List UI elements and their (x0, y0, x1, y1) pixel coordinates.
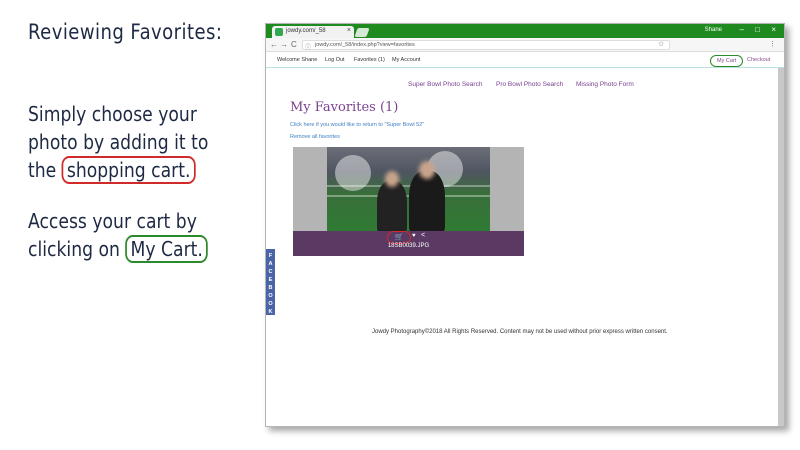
new-tab-button[interactable] (354, 28, 370, 37)
minimize-icon[interactable]: – (740, 25, 744, 34)
browser-tab[interactable]: jowdy.com/_58 × (272, 26, 354, 38)
photo-filename: 18SB0039.JPG (387, 243, 430, 249)
browser-menu-icon[interactable]: ⋮ (769, 40, 776, 48)
address-bar: ← → C ⓘ jowdy.com/_58/index.php?view=fav… (266, 38, 784, 52)
my-cart-highlight: My Cart. (125, 235, 209, 263)
instruction-line: the shopping cart. (28, 156, 208, 184)
remove-all-favorites-link[interactable]: Remove all favorites (290, 134, 340, 140)
shopping-cart-highlight: shopping cart. (61, 156, 196, 184)
url-input[interactable]: ⓘ jowdy.com/_58/index.php?view=favorites (302, 40, 670, 51)
share-icon[interactable]: < (421, 232, 425, 239)
bookmark-star-icon[interactable]: ☆ (658, 40, 664, 48)
instruction-choose-photo: Simply choose your photo by adding it to… (28, 100, 208, 184)
welcome-text: Welcome Shane (277, 57, 318, 63)
instruction-access-cart: Access your cart by clicking on My Cart. (28, 207, 209, 263)
maximize-icon[interactable]: □ (755, 25, 760, 34)
page-title: My Favorites (1) (290, 100, 399, 115)
favorites-link[interactable]: Favorites (1) (354, 57, 385, 63)
logout-link[interactable]: Log Out (325, 57, 345, 63)
return-link[interactable]: Click here if you would like to return t… (290, 122, 424, 128)
instruction-line: Access your cart by (28, 209, 197, 233)
url-text: jowdy.com/_58/index.php?view=favorites (315, 42, 415, 48)
person-figure (377, 181, 407, 231)
footer-copyright: Jowdy Photography©2018 All Rights Reserv… (372, 329, 668, 335)
facebook-tab[interactable]: FACEBOOK (266, 249, 275, 315)
person-figure (409, 171, 445, 231)
instruction-text: the (28, 158, 57, 182)
site-nav: Welcome Shane Log Out Favorites (1) My A… (266, 52, 784, 68)
photo-action-bar: 🛒 ♥ < 18SB0039.JPG (293, 231, 524, 256)
blurred-face (419, 161, 435, 179)
info-icon[interactable]: ⓘ (305, 42, 311, 51)
blurred-face (385, 171, 399, 187)
missing-photo-form-link[interactable]: Missing Photo Form (576, 81, 634, 88)
my-account-link[interactable]: My Account (392, 57, 420, 63)
facebook-tab-label: FACEBOOK (268, 253, 273, 315)
instruction-text: clicking on (28, 237, 120, 261)
site-favicon-icon (275, 28, 283, 36)
pro-bowl-search-link[interactable]: Pro Bowl Photo Search (496, 81, 563, 88)
heart-icon[interactable]: ♥ (412, 233, 416, 239)
photo-thumbnail[interactable] (327, 147, 490, 231)
favorite-photo-card: 🛒 ♥ < 18SB0039.JPG (293, 147, 524, 256)
browser-user-name[interactable]: Shane (705, 27, 722, 33)
checkout-link[interactable]: Checkout (747, 57, 770, 63)
page-content: Super Bowl Photo Search Pro Bowl Photo S… (266, 68, 784, 426)
super-bowl-search-link[interactable]: Super Bowl Photo Search (408, 81, 482, 88)
instruction-line: clicking on My Cart. (28, 235, 209, 263)
instruction-line: Simply choose your (28, 102, 197, 126)
browser-titlebar: jowdy.com/_58 × Shane – □ × (266, 24, 784, 38)
window-close-icon[interactable]: × (771, 25, 776, 34)
reload-icon[interactable]: C (291, 40, 297, 49)
slide-title: Reviewing Favorites: (28, 20, 223, 44)
scrollbar[interactable] (778, 68, 784, 426)
back-arrow-icon[interactable]: ← (270, 40, 278, 49)
my-cart-link[interactable]: My Cart (710, 55, 744, 67)
forward-arrow-icon[interactable]: → (280, 40, 288, 49)
watermark-icon (335, 155, 371, 191)
browser-window: jowdy.com/_58 × Shane – □ × ← → C ⓘ jowd… (265, 23, 785, 427)
instruction-line: photo by adding it to (28, 130, 209, 154)
close-icon[interactable]: × (347, 27, 351, 34)
add-to-cart-icon[interactable]: 🛒 (392, 232, 406, 243)
tab-title: jowdy.com/_58 (286, 28, 326, 34)
